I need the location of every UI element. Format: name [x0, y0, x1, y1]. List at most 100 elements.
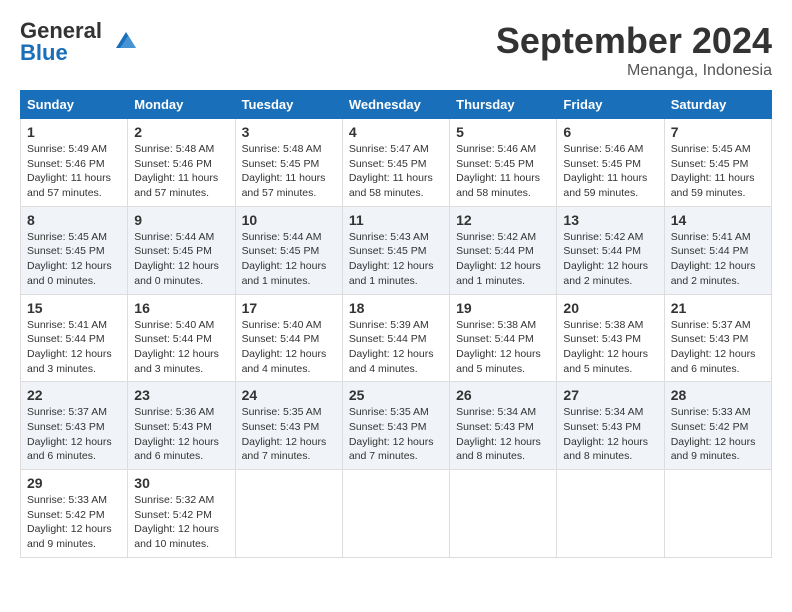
calendar-week-2: 8 Sunrise: 5:45 AMSunset: 5:45 PMDayligh…: [21, 206, 772, 294]
day-number-28: 28: [671, 387, 765, 403]
calendar-day-27: 27 Sunrise: 5:34 AMSunset: 5:43 PMDaylig…: [557, 382, 664, 470]
logo-blue: Blue: [20, 42, 68, 64]
day-info-9: Sunrise: 5:44 AMSunset: 5:45 PMDaylight:…: [134, 230, 228, 289]
day-number-15: 15: [27, 300, 121, 316]
calendar-week-4: 22 Sunrise: 5:37 AMSunset: 5:43 PMDaylig…: [21, 382, 772, 470]
empty-cell: [557, 470, 664, 558]
header-tuesday: Tuesday: [235, 91, 342, 119]
calendar-day-23: 23 Sunrise: 5:36 AMSunset: 5:43 PMDaylig…: [128, 382, 235, 470]
calendar-day-25: 25 Sunrise: 5:35 AMSunset: 5:43 PMDaylig…: [342, 382, 449, 470]
day-number-6: 6: [563, 124, 657, 140]
calendar-week-5: 29 Sunrise: 5:33 AMSunset: 5:42 PMDaylig…: [21, 470, 772, 558]
day-info-16: Sunrise: 5:40 AMSunset: 5:44 PMDaylight:…: [134, 318, 228, 377]
day-info-6: Sunrise: 5:46 AMSunset: 5:45 PMDaylight:…: [563, 142, 657, 201]
calendar-day-4: 4 Sunrise: 5:47 AMSunset: 5:45 PMDayligh…: [342, 119, 449, 207]
calendar-day-3: 3 Sunrise: 5:48 AMSunset: 5:45 PMDayligh…: [235, 119, 342, 207]
calendar-day-20: 20 Sunrise: 5:38 AMSunset: 5:43 PMDaylig…: [557, 294, 664, 382]
day-info-12: Sunrise: 5:42 AMSunset: 5:44 PMDaylight:…: [456, 230, 550, 289]
day-info-1: Sunrise: 5:49 AMSunset: 5:46 PMDaylight:…: [27, 142, 121, 201]
day-info-3: Sunrise: 5:48 AMSunset: 5:45 PMDaylight:…: [242, 142, 336, 201]
day-info-19: Sunrise: 5:38 AMSunset: 5:44 PMDaylight:…: [456, 318, 550, 377]
day-info-4: Sunrise: 5:47 AMSunset: 5:45 PMDaylight:…: [349, 142, 443, 201]
day-info-20: Sunrise: 5:38 AMSunset: 5:43 PMDaylight:…: [563, 318, 657, 377]
calendar-day-29: 29 Sunrise: 5:33 AMSunset: 5:42 PMDaylig…: [21, 470, 128, 558]
calendar-day-19: 19 Sunrise: 5:38 AMSunset: 5:44 PMDaylig…: [450, 294, 557, 382]
empty-cell: [664, 470, 771, 558]
day-info-13: Sunrise: 5:42 AMSunset: 5:44 PMDaylight:…: [563, 230, 657, 289]
day-info-30: Sunrise: 5:32 AMSunset: 5:42 PMDaylight:…: [134, 493, 228, 552]
calendar-day-26: 26 Sunrise: 5:34 AMSunset: 5:43 PMDaylig…: [450, 382, 557, 470]
calendar-day-7: 7 Sunrise: 5:45 AMSunset: 5:45 PMDayligh…: [664, 119, 771, 207]
day-info-15: Sunrise: 5:41 AMSunset: 5:44 PMDaylight:…: [27, 318, 121, 377]
day-info-27: Sunrise: 5:34 AMSunset: 5:43 PMDaylight:…: [563, 405, 657, 464]
day-info-2: Sunrise: 5:48 AMSunset: 5:46 PMDaylight:…: [134, 142, 228, 201]
day-number-30: 30: [134, 475, 228, 491]
header-friday: Friday: [557, 91, 664, 119]
day-number-25: 25: [349, 387, 443, 403]
empty-cell: [342, 470, 449, 558]
calendar-day-10: 10 Sunrise: 5:44 AMSunset: 5:45 PMDaylig…: [235, 206, 342, 294]
month-title: September 2024: [496, 20, 772, 62]
day-info-7: Sunrise: 5:45 AMSunset: 5:45 PMDaylight:…: [671, 142, 765, 201]
logo-icon: [106, 28, 138, 56]
calendar-day-15: 15 Sunrise: 5:41 AMSunset: 5:44 PMDaylig…: [21, 294, 128, 382]
calendar-day-5: 5 Sunrise: 5:46 AMSunset: 5:45 PMDayligh…: [450, 119, 557, 207]
calendar-day-18: 18 Sunrise: 5:39 AMSunset: 5:44 PMDaylig…: [342, 294, 449, 382]
day-info-22: Sunrise: 5:37 AMSunset: 5:43 PMDaylight:…: [27, 405, 121, 464]
day-number-1: 1: [27, 124, 121, 140]
header-monday: Monday: [128, 91, 235, 119]
calendar-day-24: 24 Sunrise: 5:35 AMSunset: 5:43 PMDaylig…: [235, 382, 342, 470]
calendar-day-9: 9 Sunrise: 5:44 AMSunset: 5:45 PMDayligh…: [128, 206, 235, 294]
day-number-8: 8: [27, 212, 121, 228]
location-subtitle: Menanga, Indonesia: [496, 62, 772, 80]
logo-general: General: [20, 20, 102, 42]
day-number-13: 13: [563, 212, 657, 228]
day-info-10: Sunrise: 5:44 AMSunset: 5:45 PMDaylight:…: [242, 230, 336, 289]
calendar-day-22: 22 Sunrise: 5:37 AMSunset: 5:43 PMDaylig…: [21, 382, 128, 470]
day-number-9: 9: [134, 212, 228, 228]
title-area: September 2024 Menanga, Indonesia: [496, 20, 772, 80]
calendar-day-16: 16 Sunrise: 5:40 AMSunset: 5:44 PMDaylig…: [128, 294, 235, 382]
day-number-11: 11: [349, 212, 443, 228]
logo: General Blue: [20, 20, 138, 64]
day-number-20: 20: [563, 300, 657, 316]
calendar-day-21: 21 Sunrise: 5:37 AMSunset: 5:43 PMDaylig…: [664, 294, 771, 382]
day-number-2: 2: [134, 124, 228, 140]
calendar-day-1: 1 Sunrise: 5:49 AMSunset: 5:46 PMDayligh…: [21, 119, 128, 207]
calendar-day-28: 28 Sunrise: 5:33 AMSunset: 5:42 PMDaylig…: [664, 382, 771, 470]
calendar-day-12: 12 Sunrise: 5:42 AMSunset: 5:44 PMDaylig…: [450, 206, 557, 294]
day-number-23: 23: [134, 387, 228, 403]
day-info-8: Sunrise: 5:45 AMSunset: 5:45 PMDaylight:…: [27, 230, 121, 289]
day-number-14: 14: [671, 212, 765, 228]
day-number-16: 16: [134, 300, 228, 316]
calendar-day-17: 17 Sunrise: 5:40 AMSunset: 5:44 PMDaylig…: [235, 294, 342, 382]
calendar-day-30: 30 Sunrise: 5:32 AMSunset: 5:42 PMDaylig…: [128, 470, 235, 558]
day-info-24: Sunrise: 5:35 AMSunset: 5:43 PMDaylight:…: [242, 405, 336, 464]
weekday-header-row: Sunday Monday Tuesday Wednesday Thursday…: [21, 91, 772, 119]
empty-cell: [450, 470, 557, 558]
page-header: General Blue September 2024 Menanga, Ind…: [20, 20, 772, 80]
day-number-18: 18: [349, 300, 443, 316]
day-info-17: Sunrise: 5:40 AMSunset: 5:44 PMDaylight:…: [242, 318, 336, 377]
calendar-week-3: 15 Sunrise: 5:41 AMSunset: 5:44 PMDaylig…: [21, 294, 772, 382]
day-number-3: 3: [242, 124, 336, 140]
day-info-23: Sunrise: 5:36 AMSunset: 5:43 PMDaylight:…: [134, 405, 228, 464]
day-number-26: 26: [456, 387, 550, 403]
calendar-table: Sunday Monday Tuesday Wednesday Thursday…: [20, 90, 772, 558]
day-info-29: Sunrise: 5:33 AMSunset: 5:42 PMDaylight:…: [27, 493, 121, 552]
empty-cell: [235, 470, 342, 558]
calendar-day-13: 13 Sunrise: 5:42 AMSunset: 5:44 PMDaylig…: [557, 206, 664, 294]
header-wednesday: Wednesday: [342, 91, 449, 119]
calendar-week-1: 1 Sunrise: 5:49 AMSunset: 5:46 PMDayligh…: [21, 119, 772, 207]
day-info-11: Sunrise: 5:43 AMSunset: 5:45 PMDaylight:…: [349, 230, 443, 289]
day-info-28: Sunrise: 5:33 AMSunset: 5:42 PMDaylight:…: [671, 405, 765, 464]
day-info-5: Sunrise: 5:46 AMSunset: 5:45 PMDaylight:…: [456, 142, 550, 201]
day-info-14: Sunrise: 5:41 AMSunset: 5:44 PMDaylight:…: [671, 230, 765, 289]
day-info-18: Sunrise: 5:39 AMSunset: 5:44 PMDaylight:…: [349, 318, 443, 377]
header-saturday: Saturday: [664, 91, 771, 119]
calendar-day-14: 14 Sunrise: 5:41 AMSunset: 5:44 PMDaylig…: [664, 206, 771, 294]
calendar-day-11: 11 Sunrise: 5:43 AMSunset: 5:45 PMDaylig…: [342, 206, 449, 294]
day-number-4: 4: [349, 124, 443, 140]
day-info-21: Sunrise: 5:37 AMSunset: 5:43 PMDaylight:…: [671, 318, 765, 377]
day-info-26: Sunrise: 5:34 AMSunset: 5:43 PMDaylight:…: [456, 405, 550, 464]
